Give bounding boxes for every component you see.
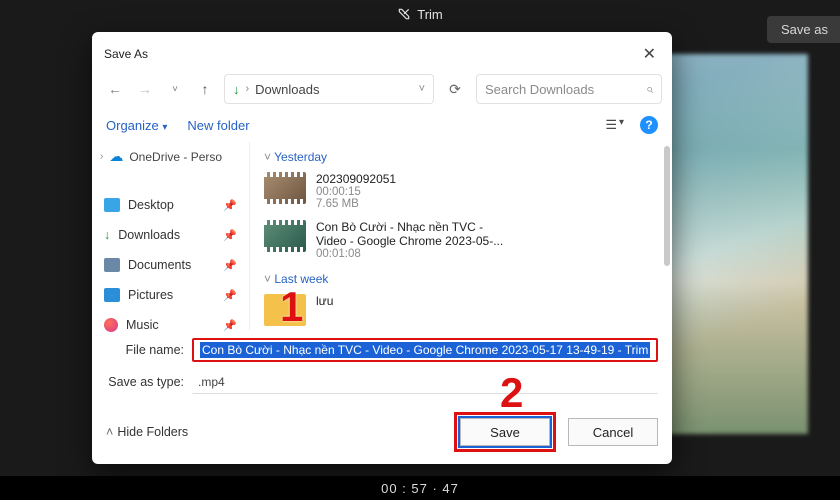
desktop-icon [104,198,120,212]
dialog-nav: ← → ˅ ↑ ↓ › Downloads ˅ ⟳ Search Downloa… [92,70,672,112]
sidebar-item-label: Downloads [118,228,180,242]
new-folder-button[interactable]: New folder [187,118,249,133]
video-thumbnail [264,172,306,204]
file-duration: 00:00:15 [316,186,396,198]
sidebar-item-label: Documents [128,258,191,272]
video-preview-backdrop [658,54,808,434]
timecode: 00 : 57 · 47 [0,476,840,500]
filetype-label: Save as type: [106,375,192,389]
cancel-button[interactable]: Cancel [568,418,658,446]
search-placeholder: Search Downloads [485,82,594,97]
file-duration: 00:01:08 [316,248,503,260]
file-name: Con Bò Cười - Nhạc nền TVC - [316,220,503,234]
chevron-right-icon: › [246,83,250,95]
file-name: 202309092051 [316,172,396,186]
file-name: lưu [316,294,333,308]
scrollbar[interactable] [664,146,670,266]
annotation-callout-2: 2 [500,372,523,414]
documents-icon [104,258,120,272]
video-thumbnail [264,220,306,252]
dialog-title: Save As [104,47,148,61]
app-title: Trim [417,7,443,22]
breadcrumb[interactable]: ↓ › Downloads ˅ [224,74,434,104]
nav-forward-icon[interactable]: → [134,78,156,100]
file-name: Video - Google Chrome 2023-05-... [316,234,503,248]
nav-up-icon[interactable]: ↑ [194,78,216,100]
annotation-box: Save [454,412,556,452]
list-item[interactable]: 202309092051 00:00:15 7.65 MB [260,170,662,218]
pin-icon: 📌 [223,319,237,332]
breadcrumb-label: Downloads [255,82,319,97]
app-title-bar: Trim [0,0,840,28]
sidebar-item-pictures[interactable]: Pictures 📌 [100,285,241,305]
pin-icon: 📌 [223,199,237,212]
save-as-dialog: Save As ✕ ← → ˅ ↑ ↓ › Downloads ˅ ⟳ Sear… [92,32,672,464]
pictures-icon [104,288,120,302]
sidebar-item-label: Pictures [128,288,173,302]
sidebar-item-documents[interactable]: Documents 📌 [100,255,241,275]
sidebar: › ☁ OneDrive - Perso Desktop 📌 ↓ Downloa… [92,142,250,330]
trim-icon [397,7,411,21]
music-icon [104,318,118,332]
sidebar-item-downloads[interactable]: ↓ Downloads 📌 [100,225,241,245]
filename-label: File name: [106,343,192,357]
refresh-icon[interactable]: ⟳ [442,81,468,98]
pin-icon: 📌 [223,259,237,272]
close-icon[interactable]: ✕ [637,42,662,66]
filename-input[interactable]: Con Bò Cười - Nhạc nền TVC - Video - Goo… [192,338,658,362]
sidebar-item-label: Music [126,318,159,332]
group-header[interactable]: Last week [260,268,662,292]
search-icon: ⌕ [646,81,653,97]
pin-icon: 📌 [223,289,237,302]
chevron-down-icon[interactable]: ˅ [419,83,425,95]
save-button[interactable]: Save [460,418,550,446]
dialog-toolbar: Organize ▾ New folder ☰ ▾ ? [92,112,672,142]
filetype-select[interactable]: .mp4 [192,370,658,394]
sidebar-item-music[interactable]: Music 📌 [100,315,241,335]
file-size: 7.65 MB [316,198,396,210]
chevron-down-icon[interactable]: ˅ [164,78,186,100]
chevron-down-icon: ▾ [162,122,167,133]
save-as-button[interactable]: Save as [767,16,840,43]
annotation-callout-1: 1 [280,286,303,328]
download-icon: ↓ [104,228,110,242]
chevron-right-icon: › [100,151,103,162]
nav-back-icon[interactable]: ← [104,78,126,100]
list-item[interactable]: Con Bò Cười - Nhạc nền TVC - Video - Goo… [260,218,662,268]
hide-folders-toggle[interactable]: Hide Folders [106,425,188,439]
pin-icon: 📌 [223,229,237,242]
sidebar-item-label: OneDrive - Perso [129,150,222,164]
view-options[interactable]: ☰ ▾ [605,117,624,133]
sidebar-item-label: Desktop [128,198,174,212]
download-icon: ↓ [233,82,240,97]
list-item[interactable]: lưu [260,292,662,330]
organize-menu[interactable]: Organize ▾ [106,118,167,133]
sidebar-item-onedrive[interactable]: › ☁ OneDrive - Perso [92,146,249,167]
sidebar-item-desktop[interactable]: Desktop 📌 [100,195,241,215]
save-fields: File name: Con Bò Cười - Nhạc nền TVC - … [92,330,672,398]
search-input[interactable]: Search Downloads ⌕ [476,74,662,104]
group-header[interactable]: Yesterday [260,146,662,170]
help-icon[interactable]: ? [640,116,658,134]
file-list: Yesterday 202309092051 00:00:15 7.65 MB … [250,142,672,330]
cloud-icon: ☁ [109,148,123,165]
